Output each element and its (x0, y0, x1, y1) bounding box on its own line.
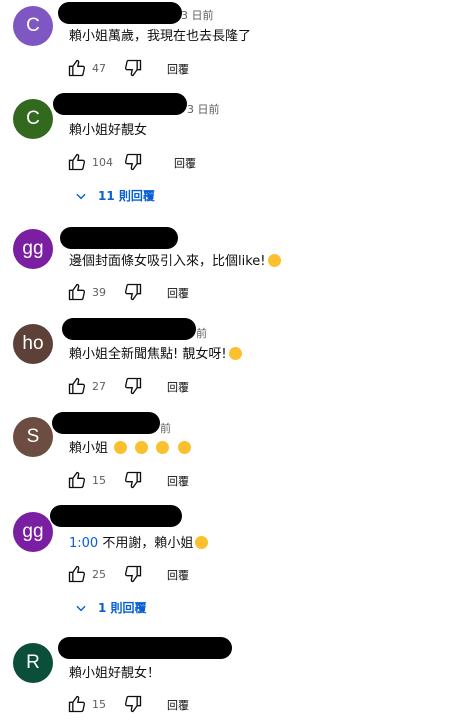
comment-actions: 39 (66, 281, 144, 303)
comment-text: 賴小姐 (69, 440, 193, 458)
smile-emoji (195, 536, 209, 549)
thumbs-down-icon[interactable] (122, 151, 144, 173)
thumbs-up-icon[interactable] (66, 375, 88, 397)
thumbs-up-icon[interactable] (66, 693, 88, 715)
comment-text: 賴小姐好靚女 (69, 123, 148, 138)
comment-time[interactable]: 3 日前 (181, 7, 214, 23)
comment-actions: 47 (66, 57, 144, 79)
redacted-username (52, 412, 160, 434)
comment-text: 賴小姐萬歲，我現在也去長隆了 (69, 29, 252, 44)
laughing-emoji (267, 254, 281, 267)
avatar[interactable]: R (13, 643, 53, 683)
like-count: 27 (92, 379, 106, 393)
thumbs-down-icon[interactable] (122, 375, 144, 397)
like-count: 104 (92, 155, 113, 169)
avatar[interactable]: C (13, 99, 53, 139)
like-count: 15 (92, 473, 106, 487)
comment-time[interactable]: 3 日前 (187, 101, 220, 117)
thumbs-down-icon[interactable] (122, 563, 144, 585)
avatar[interactable]: C (13, 6, 53, 46)
thumbs-down-icon[interactable] (122, 281, 144, 303)
comment-text: 邊個封面條女吸引入來，比個like! (69, 253, 283, 271)
comment-text: 1:00 不用謝，賴小姐 (69, 535, 210, 553)
redacted-username (53, 93, 187, 115)
reply-button[interactable]: 回覆 (167, 473, 189, 489)
thumbs-up-icon[interactable] (66, 563, 88, 585)
comment-actions: 15 (66, 469, 144, 491)
replies-label: 11 則回覆 (98, 189, 155, 203)
grin-emoji (228, 347, 242, 360)
like-count: 47 (92, 61, 106, 75)
like-count: 15 (92, 697, 106, 711)
comment-text-body: 邊個封面條女吸引入來，比個like! (69, 254, 266, 269)
comment-actions: 27 (66, 375, 144, 397)
heart-eyes-emoji (177, 441, 191, 454)
timestamp-link[interactable]: 1:00 (69, 536, 98, 551)
reply-button[interactable]: 回覆 (167, 61, 189, 77)
like-count: 39 (92, 285, 106, 299)
thumbs-up-icon[interactable] (66, 151, 88, 173)
redacted-username (62, 318, 196, 340)
comment-time[interactable]: 前 (196, 325, 207, 341)
comment-actions: 25 (66, 563, 144, 585)
like-count: 25 (92, 567, 106, 581)
avatar[interactable]: gg (13, 229, 53, 269)
comment-actions: 15 (66, 693, 144, 715)
redacted-username (58, 637, 232, 659)
thumbs-down-icon[interactable] (122, 57, 144, 79)
comment-time[interactable]: 前 (160, 420, 171, 436)
thumbs-up-icon[interactable] (66, 57, 88, 79)
view-replies-button[interactable]: 1 則回覆 (74, 599, 147, 616)
chevron-down-icon (76, 605, 86, 611)
comment-text: 賴小姐好靚女！ (69, 666, 161, 681)
redacted-username (60, 227, 178, 249)
avatar[interactable]: ho (13, 324, 53, 364)
thumbs-up-icon[interactable] (66, 469, 88, 491)
thumbs-down-icon[interactable] (122, 469, 144, 491)
replies-label: 1 則回覆 (98, 601, 147, 615)
comment-text-body: 賴小姐全新聞焦點! 靚女呀! (69, 347, 227, 362)
comment-text-body: 不用謝，賴小姐 (102, 536, 194, 551)
comment-text: 賴小姐全新聞焦點! 靚女呀! (69, 346, 244, 364)
reply-button[interactable]: 回覆 (167, 697, 189, 713)
heart-eyes-emoji (135, 441, 149, 454)
reply-button[interactable]: 回覆 (167, 285, 189, 301)
avatar[interactable]: gg (13, 512, 53, 552)
heart-eyes-emoji (156, 441, 170, 454)
reply-button[interactable]: 回覆 (167, 567, 189, 583)
chevron-down-icon (76, 193, 86, 199)
view-replies-button[interactable]: 11 則回覆 (74, 187, 155, 204)
avatar[interactable]: S (13, 417, 53, 457)
thumbs-up-icon[interactable] (66, 281, 88, 303)
thumbs-down-icon[interactable] (122, 693, 144, 715)
reply-button[interactable]: 回覆 (174, 155, 196, 171)
comment-text-body: 賴小姐 (69, 441, 109, 456)
redacted-username (50, 505, 182, 527)
heart-eyes-emoji (114, 441, 128, 454)
reply-button[interactable]: 回覆 (167, 379, 189, 395)
redacted-username (58, 2, 182, 24)
comment-actions: 104 (66, 151, 144, 173)
